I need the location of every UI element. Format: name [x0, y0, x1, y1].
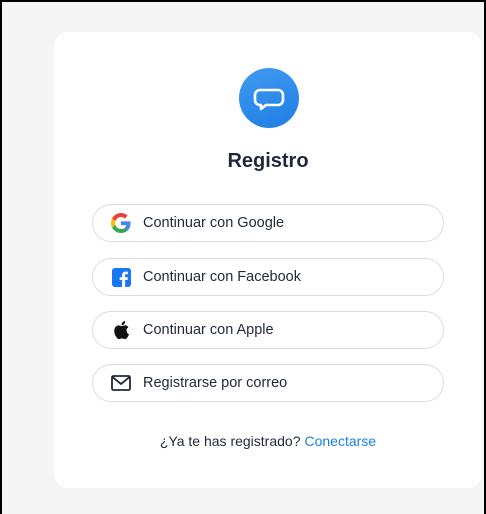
page-frame: Registro Continuar con Google Continuar … [0, 0, 486, 514]
continue-with-facebook-label: Continuar con Facebook [143, 269, 301, 285]
envelope-icon [110, 372, 132, 394]
continue-with-google-button[interactable]: Continuar con Google [92, 204, 444, 242]
google-icon [110, 212, 132, 234]
register-by-email-button[interactable]: Registrarse por correo [92, 364, 444, 402]
login-prompt: ¿Ya te has registrado? Conectarse [54, 433, 482, 449]
page-title: Registro [227, 150, 309, 172]
signup-card: Registro Continuar con Google Continuar … [54, 32, 482, 488]
app-logo [239, 68, 299, 128]
continue-with-facebook-button[interactable]: Continuar con Facebook [92, 258, 444, 296]
apple-icon [110, 319, 132, 341]
continue-with-apple-label: Continuar con Apple [143, 322, 274, 338]
already-registered-text: ¿Ya te has registrado? [159, 433, 301, 449]
continue-with-apple-button[interactable]: Continuar con Apple [92, 311, 444, 349]
login-link[interactable]: Conectarse [305, 433, 377, 449]
register-by-email-label: Registrarse por correo [143, 375, 288, 391]
speech-bubble-icon [253, 88, 285, 111]
continue-with-google-label: Continuar con Google [143, 215, 285, 231]
facebook-icon [110, 266, 132, 288]
